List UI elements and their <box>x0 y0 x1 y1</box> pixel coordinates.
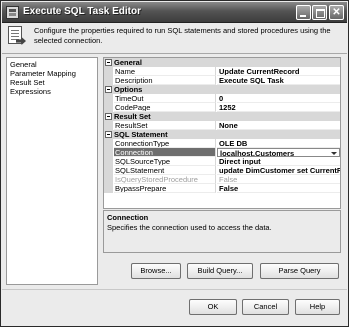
property-description-panel: Connection Specifies the connection used… <box>103 210 341 253</box>
collapse-icon[interactable] <box>105 86 112 93</box>
header-divider <box>2 53 347 54</box>
property-value[interactable]: Direct input <box>217 157 340 166</box>
maximize-button[interactable] <box>312 5 327 20</box>
property-name: SQLStatement <box>114 166 216 175</box>
property-row-timeout[interactable]: TimeOut 0 <box>104 94 340 103</box>
property-name: ConnectionType <box>114 139 216 148</box>
nav-item-general[interactable]: General <box>10 60 37 69</box>
title-bar[interactable]: Execute SQL Task Editor ✕ <box>2 2 347 23</box>
description-text: Specifies the connection used to access … <box>107 223 272 232</box>
window-title: Execute SQL Task Editor <box>23 6 142 17</box>
property-value[interactable]: Update CurrentRecord <box>217 67 340 76</box>
property-name: IsQueryStoredProcedure <box>114 175 216 184</box>
app-icon <box>6 6 19 19</box>
collapse-icon[interactable] <box>105 59 112 66</box>
collapse-icon[interactable] <box>105 113 112 120</box>
build-query-button[interactable]: Build Query... <box>187 263 253 279</box>
ok-button[interactable]: OK <box>189 299 237 315</box>
nav-item-parameter-mapping[interactable]: Parameter Mapping <box>10 69 76 78</box>
minimize-button[interactable] <box>296 5 311 20</box>
category-label: General <box>114 58 142 67</box>
header-description: Configure the properties required to run… <box>34 26 331 45</box>
task-icon <box>8 26 26 47</box>
property-row-isquerystoredprocedure: IsQueryStoredProcedure False <box>104 175 340 184</box>
nav-item-expressions[interactable]: Expressions <box>10 87 51 96</box>
category-options: Options <box>104 85 340 94</box>
dialog-header: Configure the properties required to run… <box>2 23 347 53</box>
execute-sql-task-editor-window: Execute SQL Task Editor ✕ Configure the … <box>0 0 349 327</box>
property-value[interactable]: update DimCustomer set CurrentRe <box>217 166 340 175</box>
property-name: TimeOut <box>114 94 216 103</box>
category-label: Result Set <box>114 112 151 121</box>
property-name: ResultSet <box>114 121 216 130</box>
property-row-codepage[interactable]: CodePage 1252 <box>104 103 340 112</box>
property-name: Name <box>114 67 216 76</box>
property-value: localhost.Customers <box>220 149 295 157</box>
property-name: CodePage <box>114 103 216 112</box>
nav-item-result-set[interactable]: Result Set <box>10 78 45 87</box>
category-label: Options <box>114 85 143 94</box>
browse-button[interactable]: Browse... <box>131 263 181 279</box>
property-name: Description <box>114 76 216 85</box>
property-name: Connection <box>114 148 216 157</box>
property-value[interactable]: 0 <box>217 94 340 103</box>
property-row-description[interactable]: Description Execute SQL Task <box>104 76 340 85</box>
property-row-bypassprepare[interactable]: BypassPrepare False <box>104 184 340 193</box>
property-row-resultset[interactable]: ResultSet None <box>104 121 340 130</box>
category-label: SQL Statement <box>114 130 168 139</box>
property-name: SQLSourceType <box>114 157 216 166</box>
property-value[interactable]: OLE DB <box>217 139 340 148</box>
property-row-sqlsourcetype[interactable]: SQLSourceType Direct input <box>104 157 340 166</box>
property-value[interactable]: 1252 <box>217 103 340 112</box>
property-value[interactable]: Execute SQL Task <box>217 76 340 85</box>
parse-query-button[interactable]: Parse Query <box>260 263 339 279</box>
cancel-button[interactable]: Cancel <box>242 299 289 315</box>
property-value[interactable]: None <box>217 121 340 130</box>
footer-divider <box>2 289 347 290</box>
category-result-set: Result Set <box>104 112 340 121</box>
property-row-name[interactable]: Name Update CurrentRecord <box>104 67 340 76</box>
page-navigation-list: General Parameter Mapping Result Set Exp… <box>6 57 98 285</box>
property-value: False <box>217 175 340 184</box>
connection-select[interactable]: localhost.Customers <box>217 148 340 157</box>
category-sql-statement: SQL Statement <box>104 130 340 139</box>
property-row-connection[interactable]: Connection localhost.Customers <box>104 148 340 157</box>
property-value[interactable]: False <box>217 184 340 193</box>
category-general: General <box>104 58 340 67</box>
collapse-icon[interactable] <box>105 131 112 138</box>
property-grid: General Name Update CurrentRecord Descri… <box>103 57 341 209</box>
help-button[interactable]: Help <box>295 299 340 315</box>
dropdown-arrow-icon[interactable] <box>330 150 338 156</box>
description-title: Connection <box>107 213 149 222</box>
property-row-connectiontype[interactable]: ConnectionType OLE DB <box>104 139 340 148</box>
close-button[interactable]: ✕ <box>329 5 344 20</box>
property-row-sqlstatement[interactable]: SQLStatement update DimCustomer set Curr… <box>104 166 340 175</box>
property-name: BypassPrepare <box>114 184 216 193</box>
